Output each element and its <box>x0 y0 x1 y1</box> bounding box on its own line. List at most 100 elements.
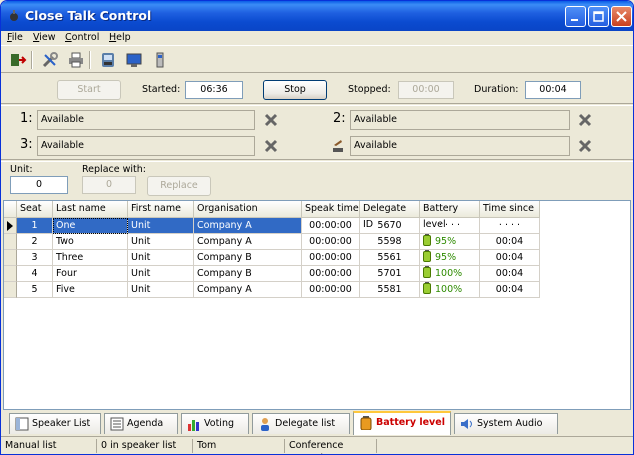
unit-input[interactable]: 0 <box>10 176 68 194</box>
table-cell-organisation[interactable]: Company B <box>194 250 302 266</box>
row-indicator[interactable] <box>4 234 17 250</box>
table-cell-battery-level[interactable]: · · · · <box>420 218 480 234</box>
duration-label: Duration: <box>474 84 519 95</box>
start-button[interactable]: Start <box>57 80 121 100</box>
tab-voting[interactable]: Voting <box>181 413 249 434</box>
table-cell-speak-time[interactable]: 00:00:00 <box>302 234 360 250</box>
table-cell-organisation[interactable]: Company B <box>194 266 302 282</box>
menu-view[interactable]: View <box>33 32 56 43</box>
session-panel: Start Started: 06:36 Stop Stopped: 00:00… <box>1 74 633 104</box>
table-cell-delegate-id[interactable]: 5581 <box>360 282 420 298</box>
table-cell-last-name[interactable]: Four <box>53 266 128 282</box>
table-cell-organisation[interactable]: Company A <box>194 218 302 234</box>
started-label: Started: <box>142 84 181 95</box>
minimize-button[interactable] <box>565 6 586 27</box>
table-cell-time-since[interactable]: 00:04 <box>480 234 540 250</box>
seat-number: 1: <box>20 111 33 126</box>
clear-seat-icon[interactable] <box>578 113 592 127</box>
table-cell-speak-time[interactable]: 00:00:00 <box>302 218 360 234</box>
seat-panel: 1: Available 2: Available 3: Available A… <box>1 105 633 160</box>
row-indicator[interactable] <box>4 282 17 298</box>
tab-agenda[interactable]: Agenda <box>104 413 178 434</box>
duration-time: 00:04 <box>525 81 581 99</box>
clear-seat-icon[interactable] <box>264 139 278 153</box>
table-cell-first-name[interactable]: Unit <box>128 266 194 282</box>
clear-seat-icon[interactable] <box>264 113 278 127</box>
replace-with-input[interactable]: 0 <box>82 176 136 194</box>
replace-button[interactable]: Replace <box>147 176 211 196</box>
tab-speaker-list[interactable]: Speaker List <box>9 413 101 434</box>
stopped-time: 00:00 <box>398 81 454 99</box>
print-icon[interactable] <box>67 51 85 69</box>
seat-status-1: Available <box>37 110 255 130</box>
table-cell-speak-time[interactable]: 00:00:00 <box>302 250 360 266</box>
clear-seat-icon[interactable] <box>578 139 592 153</box>
maximize-button[interactable] <box>588 6 609 27</box>
table-cell-seat[interactable]: 2 <box>17 234 53 250</box>
column-header-speak-time[interactable]: Speak time <box>302 201 360 218</box>
tab-bar: Speaker List Agenda Voting Delegate list… <box>1 411 633 435</box>
table-cell-seat[interactable]: 4 <box>17 266 53 282</box>
battery-icon <box>423 266 431 278</box>
tab-system-audio[interactable]: System Audio <box>454 413 558 434</box>
row-indicator[interactable] <box>4 266 17 282</box>
table-cell-speak-time[interactable]: 00:00:00 <box>302 282 360 298</box>
settings-icon[interactable] <box>41 51 59 69</box>
table-cell-first-name[interactable]: Unit <box>128 218 194 234</box>
column-header-organisation[interactable]: Organisation <box>194 201 302 218</box>
table-cell-time-since[interactable]: 00:04 <box>480 266 540 282</box>
table-cell-delegate-id[interactable]: 5670 <box>360 218 420 234</box>
table-cell-delegate-id[interactable]: 5701 <box>360 266 420 282</box>
toolbar-separator <box>89 51 91 69</box>
menu-file[interactable]: File <box>7 32 23 43</box>
table-cell-organisation[interactable]: Company A <box>194 234 302 250</box>
table-cell-first-name[interactable]: Unit <box>128 250 194 266</box>
table-cell-last-name[interactable]: One <box>53 218 128 234</box>
table-cell-last-name[interactable]: Three <box>53 250 128 266</box>
seat-status-2: Available <box>350 110 570 130</box>
table-cell-battery-level[interactable]: 95% <box>420 234 480 250</box>
table-cell-first-name[interactable]: Unit <box>128 282 194 298</box>
table-cell-organisation[interactable]: Company A <box>194 282 302 298</box>
column-header-last-name[interactable]: Last name <box>53 201 128 218</box>
table-cell-seat[interactable]: 1 <box>17 218 53 234</box>
battery-icon <box>360 416 372 430</box>
monitor-icon[interactable] <box>125 51 143 69</box>
tab-delegate-list[interactable]: Delegate list <box>252 413 350 434</box>
column-header-battery-level[interactable]: Battery level <box>420 201 480 230</box>
status-list-mode: Manual list <box>1 439 97 453</box>
row-indicator[interactable] <box>4 250 17 266</box>
stop-button[interactable]: Stop <box>263 80 327 100</box>
table-cell-delegate-id[interactable]: 5598 <box>360 234 420 250</box>
tab-battery-level[interactable]: Battery level <box>353 411 451 435</box>
table-cell-speak-time[interactable]: 00:00:00 <box>302 266 360 282</box>
row-indicator[interactable] <box>4 218 17 234</box>
table-cell-seat[interactable]: 5 <box>17 282 53 298</box>
menu-control[interactable]: Control <box>65 32 99 43</box>
table-cell-time-since[interactable]: · · · · <box>480 218 540 234</box>
table-cell-last-name[interactable]: Two <box>53 234 128 250</box>
title-bar[interactable]: Close Talk Control <box>1 1 633 31</box>
column-header-seat[interactable]: Seat <box>17 201 53 218</box>
close-button[interactable] <box>611 6 632 27</box>
device-icon[interactable] <box>151 51 169 69</box>
table-cell-battery-level[interactable]: 100% <box>420 282 480 298</box>
minimize-icon <box>571 19 578 21</box>
table-cell-time-since[interactable]: 00:04 <box>480 282 540 298</box>
status-user: Tom <box>193 439 285 453</box>
table-cell-battery-level[interactable]: 100% <box>420 266 480 282</box>
table-cell-first-name[interactable]: Unit <box>128 234 194 250</box>
table-cell-time-since[interactable]: 00:04 <box>480 250 540 266</box>
column-header-delegate-id[interactable]: Delegate ID <box>360 201 420 230</box>
table-cell-battery-level[interactable]: 95% <box>420 250 480 266</box>
list-icon <box>15 417 29 431</box>
column-header-time-since[interactable]: Time since <box>480 201 540 218</box>
table-cell-delegate-id[interactable]: 5561 <box>360 250 420 266</box>
exit-icon[interactable] <box>9 51 27 69</box>
current-row-icon <box>7 221 13 231</box>
phone-icon[interactable] <box>99 51 117 69</box>
column-header-first-name[interactable]: First name <box>128 201 194 218</box>
menu-help[interactable]: Help <box>109 32 131 43</box>
table-cell-last-name[interactable]: Five <box>53 282 128 298</box>
table-cell-seat[interactable]: 3 <box>17 250 53 266</box>
